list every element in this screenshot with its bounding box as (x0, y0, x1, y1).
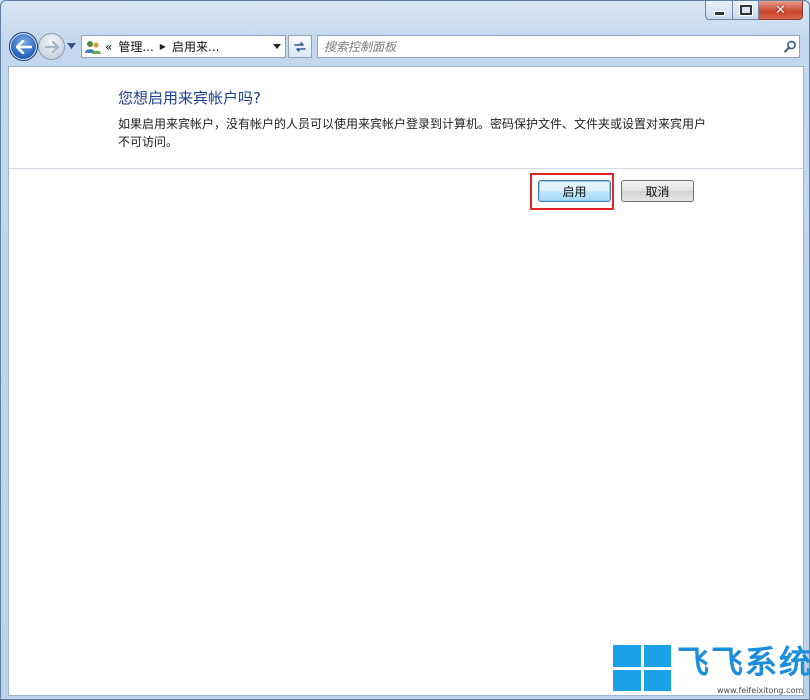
address-dropdown-button[interactable] (269, 36, 285, 57)
content-pane: 您想启用来宾帐户吗? 如果启用来宾帐户，没有帐户的人员可以使用来宾帐户登录到计算… (8, 66, 804, 696)
page-title: 您想启用来宾帐户吗? (118, 89, 261, 107)
description-text: 如果启用来宾帐户，没有帐户的人员可以使用来宾帐户登录到计算机。密码保护文件、文件… (118, 117, 707, 149)
maximize-button[interactable] (733, 1, 759, 20)
address-bar[interactable]: « 管理... ▶ 启用来... (81, 35, 286, 58)
address-overflow-chevron[interactable]: « (105, 40, 112, 54)
breadcrumb-enable-guest[interactable]: 启用来... (172, 38, 219, 55)
breadcrumb-separator-icon[interactable]: ▶ (160, 42, 166, 51)
search-box[interactable] (317, 35, 800, 58)
chevron-down-icon (273, 44, 281, 49)
maximize-icon (738, 4, 753, 16)
cancel-button[interactable]: 取消 (621, 180, 694, 202)
windows-logo-icon (613, 645, 671, 691)
enable-button[interactable]: 启用 (538, 180, 611, 202)
search-icon[interactable] (781, 38, 799, 56)
close-button[interactable]: ✕ (759, 1, 803, 20)
breadcrumb-admin[interactable]: 管理... (118, 38, 153, 55)
refresh-icon (294, 41, 306, 52)
caption-buttons: ✕ (705, 1, 803, 21)
divider (9, 168, 803, 169)
forward-button[interactable] (38, 33, 65, 60)
navigation-bar: « 管理... ▶ 启用来... (9, 32, 801, 62)
back-arrow-icon (15, 39, 32, 54)
forward-arrow-icon (44, 40, 59, 53)
watermark-brand: 飞飞系统 (677, 643, 810, 681)
back-button[interactable] (9, 32, 38, 61)
watermark-url: www.feifeixitong.com (717, 686, 804, 695)
search-input[interactable] (318, 37, 781, 56)
refresh-button[interactable] (288, 35, 312, 58)
chevron-down-icon (66, 43, 76, 49)
recent-pages-dropdown[interactable] (66, 40, 76, 52)
minimize-button[interactable] (705, 1, 733, 20)
user-accounts-icon (84, 39, 102, 55)
control-panel-window: ✕ « 管理... ▶ 启用来... 搜索控制面板 您想启用来宾帐户吗? 如果启… (0, 0, 810, 700)
watermark: 飞飞系统 www.feifeixitong.com (613, 642, 810, 699)
minimize-icon (713, 10, 725, 16)
close-icon: ✕ (775, 2, 786, 18)
